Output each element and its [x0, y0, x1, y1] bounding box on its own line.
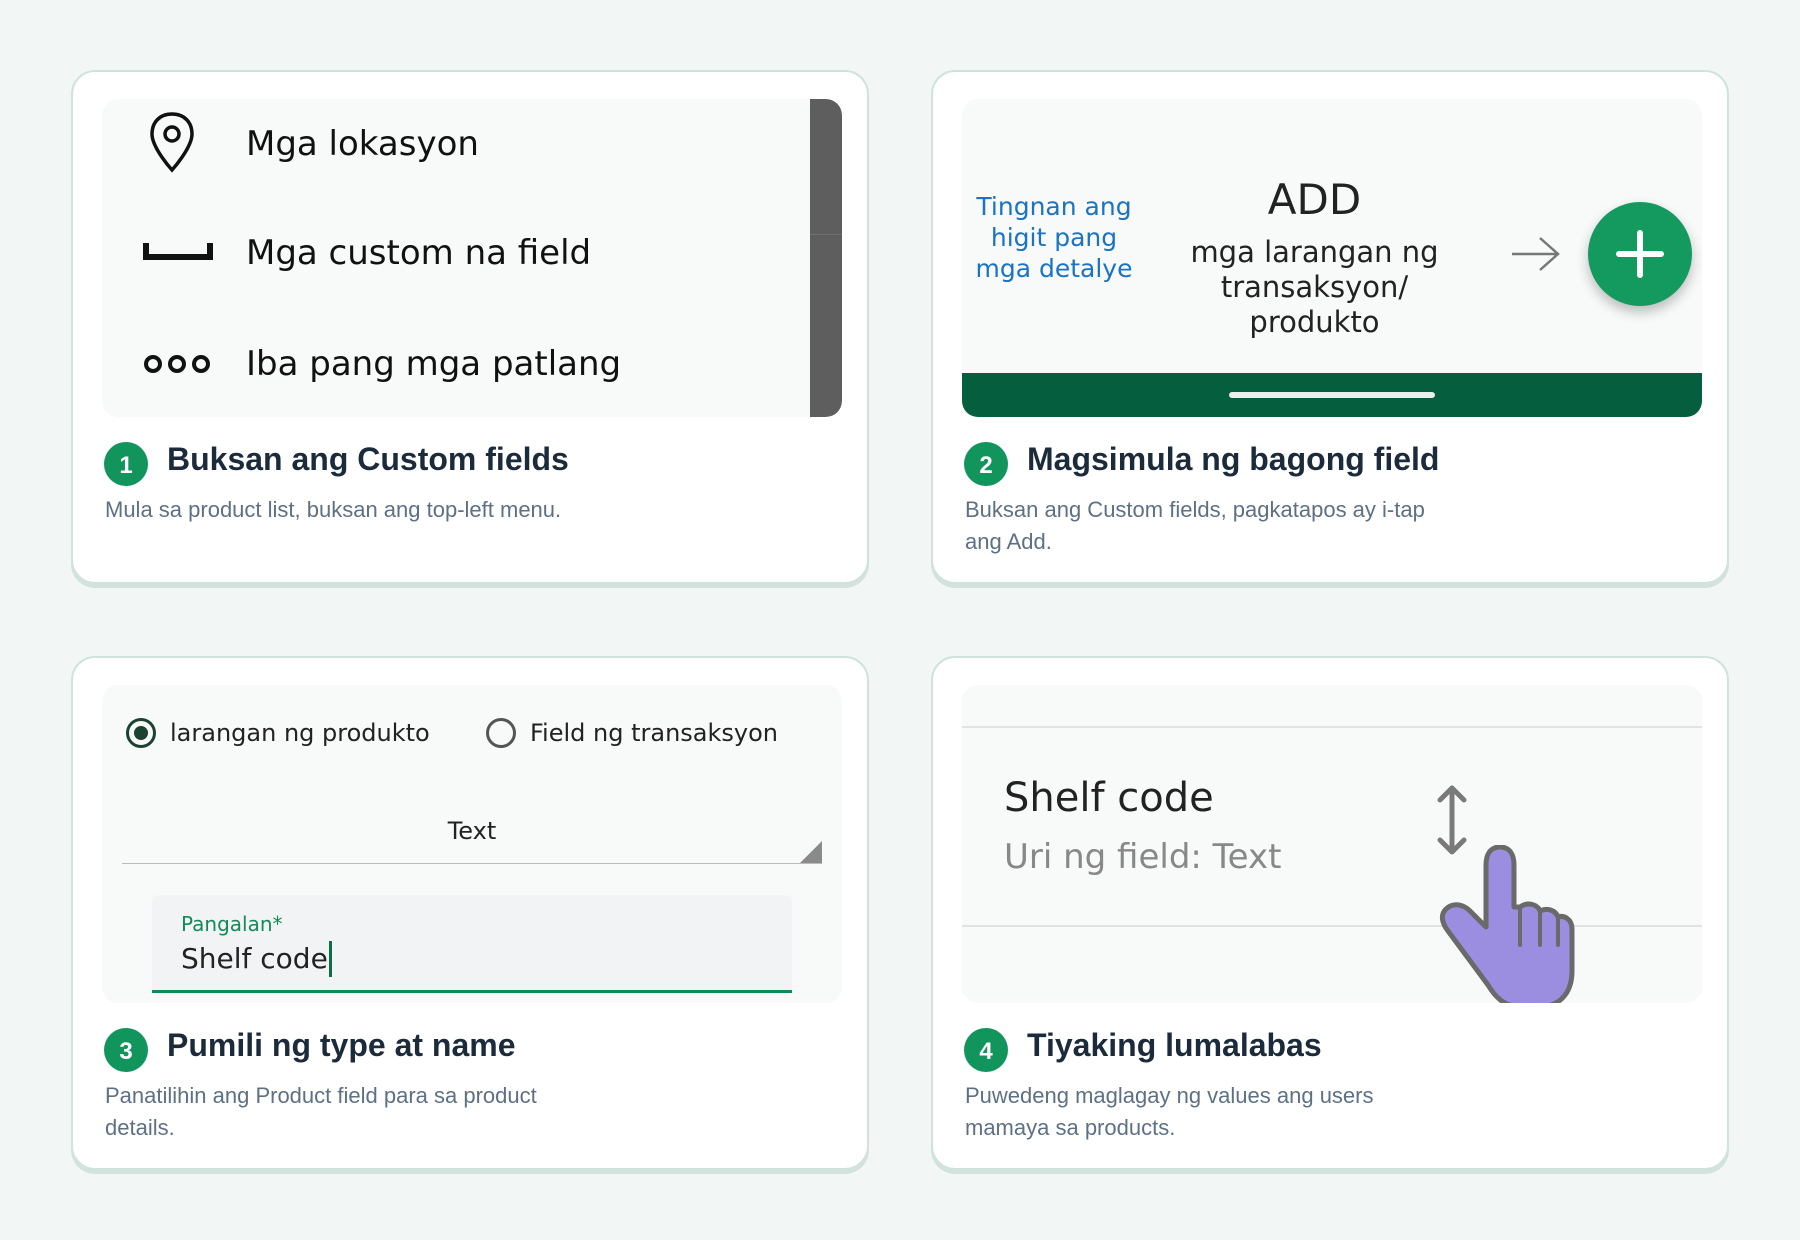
name-field-label: Pangalan* [181, 912, 283, 936]
add-title: ADD [1267, 175, 1362, 224]
step-title: Tiyaking lumalabas [1027, 1027, 1322, 1063]
add-subtitle: mga larangan ng transaksyon/ produkto [1190, 235, 1439, 339]
step-card-4: Shelf code Uri ng field: Text 4 Tiyaking… [931, 656, 1729, 1170]
radio-label: larangan ng produkto [170, 719, 430, 747]
step-card-2: Tingnan ang higit pang mga detalye ADD m… [931, 70, 1729, 584]
field-name: Shelf code [1004, 775, 1214, 821]
step-description: Buksan ang Custom fields, pagkatapos ay … [965, 497, 1425, 554]
location-pin-icon [150, 112, 194, 173]
menu-item-label: Mga lokasyon [246, 124, 479, 164]
name-text-field[interactable]: Pangalan* Shelf code [152, 895, 792, 993]
step-description: Panatilihin ang Product field para sa pr… [105, 1083, 537, 1140]
step-title: Buksan ang Custom fields [167, 441, 569, 477]
home-indicator[interactable] [1229, 392, 1435, 398]
radio-selected-icon [126, 718, 156, 748]
field-type: Uri ng field: Text [1004, 837, 1282, 877]
field-form-panel: larangan ng produkto Field ng transaksyo… [102, 685, 842, 1003]
scrollbar[interactable] [810, 99, 842, 417]
name-field-value[interactable]: Shelf code [181, 941, 332, 977]
step-number-badge: 4 [964, 1028, 1008, 1072]
radio-unselected-icon [486, 718, 516, 748]
menu-item-custom-fields[interactable]: Mga custom na field [102, 208, 802, 298]
add-fab-button[interactable] [1588, 202, 1692, 306]
add-panel: Tingnan ang higit pang mga detalye ADD m… [962, 99, 1702, 417]
scrollbar-divider [810, 234, 842, 235]
field-type-select[interactable]: Text [122, 805, 822, 864]
radio-label: Field ng transaksyon [530, 719, 779, 747]
list-divider [962, 925, 1702, 927]
step-title: Magsimula ng bagong field [1027, 441, 1440, 477]
step-number-badge: 2 [964, 442, 1008, 486]
field-list-panel: Shelf code Uri ng field: Text [962, 685, 1702, 1003]
dropdown-triangle-icon [800, 841, 822, 863]
pointer-hand-icon [1439, 845, 1575, 1003]
step-card-3: larangan ng produkto Field ng transaksyo… [71, 656, 869, 1170]
plus-icon [1616, 230, 1664, 278]
menu-item-locations[interactable]: Mga lokasyon [102, 99, 802, 189]
menu-item-label: Mga custom na field [246, 233, 592, 273]
menu-item-label: Iba pang mga patlang [246, 344, 622, 384]
bottom-navigation-bar [962, 373, 1702, 417]
radio-transaction-field[interactable]: Field ng transaksyon [486, 713, 778, 753]
step-number-badge: 3 [104, 1028, 148, 1072]
menu-panel: Mga lokasyon Mga custom na field Iba pan… [102, 99, 842, 417]
see-more-details-link[interactable]: Tingnan ang higit pang mga detalye [974, 191, 1134, 284]
field-type-value: Text [447, 817, 497, 845]
step-title: Pumili ng type at name [167, 1027, 516, 1063]
radio-product-field[interactable]: larangan ng produkto [126, 713, 430, 753]
step-card-1: Mga lokasyon Mga custom na field Iba pan… [71, 70, 869, 584]
step-number-badge: 1 [104, 442, 148, 486]
step-description: Mula sa product list, buksan ang top-lef… [105, 497, 562, 522]
list-divider [962, 726, 1702, 728]
step-description: Puwedeng maglagay ng values ang users ma… [965, 1083, 1374, 1140]
menu-item-other-fields[interactable]: Iba pang mga patlang [102, 319, 802, 409]
more-dots-icon [144, 355, 210, 373]
custom-field-icon [143, 243, 213, 260]
arrow-right-icon [1512, 237, 1560, 271]
